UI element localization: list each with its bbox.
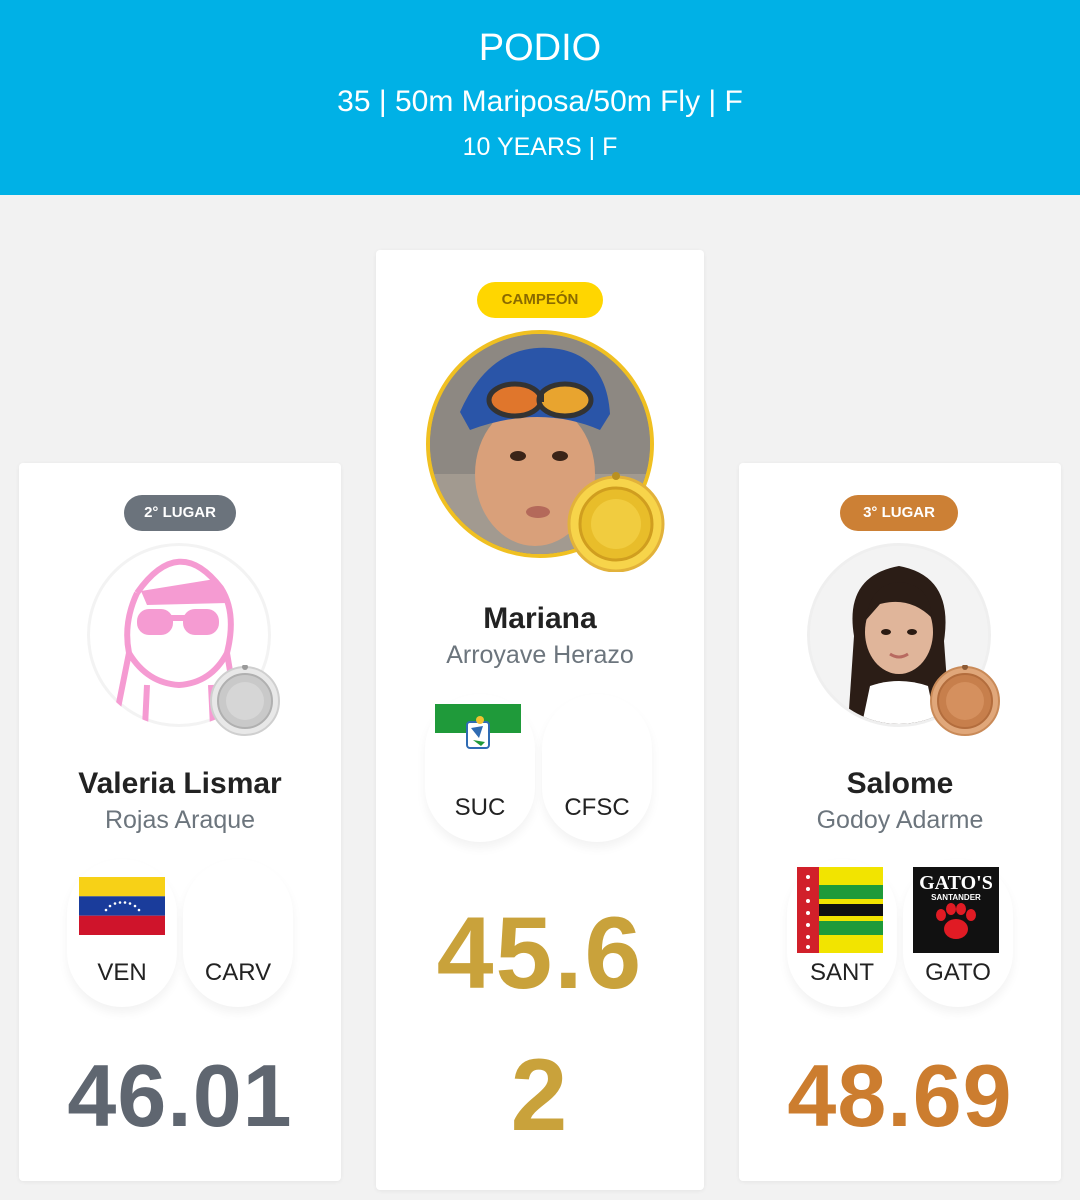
result-time: 48.69	[787, 1046, 1013, 1145]
sucre-flag-icon	[435, 704, 521, 762]
athlete-first-name: Salome	[846, 767, 954, 800]
podium-header: PODIO 35 | 50m Mariposa/50m Fly | F 10 Y…	[0, 0, 1080, 195]
chip-label: SANT	[809, 959, 874, 986]
venezuela-flag-icon	[79, 877, 165, 935]
result-time: 46.01	[67, 1046, 293, 1145]
club-chip[interactable]: CARV	[183, 859, 293, 1007]
chip-label: GATO	[925, 959, 991, 986]
club-chip[interactable]: CFSC	[542, 694, 652, 842]
page-title: PODIO	[478, 27, 602, 69]
country-chip[interactable]: SUC	[425, 694, 535, 842]
athlete-last-name: Arroyave Herazo	[446, 641, 634, 669]
club-chip[interactable]: GATO'S SANTANDER GATO	[903, 859, 1013, 1007]
event-name: 35 | 50m Mariposa/50m Fly | F	[337, 85, 743, 118]
place-badge: CAMPEÓN	[477, 282, 603, 318]
country-chip[interactable]: VEN	[67, 859, 177, 1007]
result-time: 45.6 2	[436, 896, 644, 1152]
svg-text:SANTANDER: SANTANDER	[931, 893, 981, 902]
second-place-card[interactable]: 2° LUGAR Valeria Lismar Rojas Araque VEN…	[19, 463, 341, 1181]
athlete-last-name: Godoy Adarme	[816, 806, 984, 834]
athlete-last-name: Rojas Araque	[104, 806, 256, 834]
silver-medal-icon	[209, 664, 281, 737]
chip-label: CARV	[204, 959, 272, 986]
santander-flag-icon	[797, 867, 883, 953]
place-badge: 3° LUGAR	[840, 495, 958, 531]
third-place-card[interactable]: 3° LUGAR Salome Godoy Adarme SANT GATO'S…	[739, 463, 1061, 1181]
first-place-card[interactable]: CAMPEÓN Mariana Arroyave Herazo SUC CFSC…	[376, 250, 704, 1190]
gold-medal-icon	[566, 472, 666, 573]
chip-label: SUC	[454, 794, 506, 821]
bronze-medal-icon	[929, 664, 1001, 737]
svg-text:GATO'S: GATO'S	[919, 872, 993, 894]
chip-label: CFSC	[564, 794, 630, 821]
chip-label: VEN	[97, 959, 147, 986]
category-label: 10 YEARS | F	[462, 133, 618, 161]
gatos-santander-logo: GATO'S SANTANDER	[913, 867, 999, 953]
region-chip[interactable]: SANT	[787, 859, 897, 1007]
athlete-first-name: Valeria Lismar	[78, 767, 282, 800]
athlete-first-name: Mariana	[483, 602, 597, 635]
place-badge: 2° LUGAR	[124, 495, 236, 531]
